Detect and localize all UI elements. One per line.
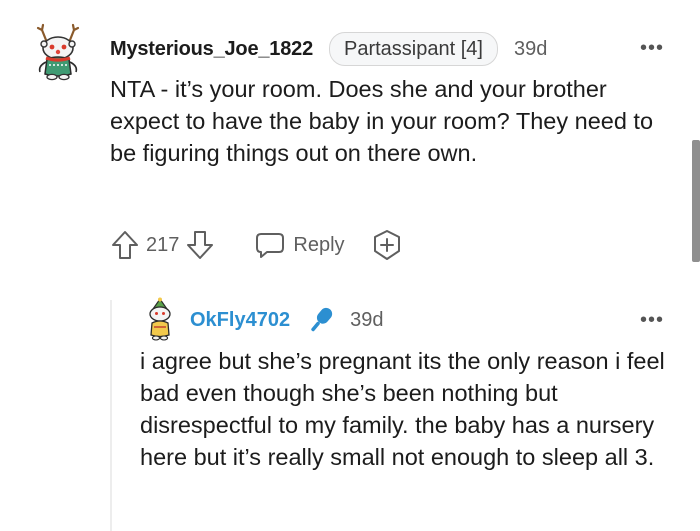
comment-header: Mysterious_Joe_1822 Partassipant [4] 39d [110, 31, 547, 67]
speech-bubble-icon [256, 233, 285, 258]
reply-header: OkFly4702 39d [190, 304, 383, 336]
vote-score: 217 [146, 233, 180, 256]
scrollbar[interactable] [692, 140, 700, 262]
more-options-icon[interactable]: ••• [640, 310, 664, 330]
reply-author[interactable]: OkFly4702 [190, 309, 290, 332]
more-options-icon[interactable]: ••• [640, 38, 664, 58]
upvote-arrow-icon[interactable] [110, 229, 140, 261]
snoo-avatar-icon [36, 23, 80, 81]
comment-actions: 217 Reply [110, 228, 403, 262]
reply-body: i agree but she’s pregnant its the only … [140, 348, 665, 470]
reply-label: Reply [293, 233, 345, 256]
comment-author[interactable]: Mysterious_Joe_1822 [110, 38, 313, 61]
award-plus-icon[interactable] [371, 229, 403, 261]
comment-body: NTA - it’s your room. Does she and your … [110, 76, 654, 166]
downvote-arrow-icon[interactable] [185, 229, 215, 261]
thread-line[interactable] [110, 300, 112, 531]
user-avatar[interactable] [32, 22, 84, 82]
microphone-icon [304, 305, 338, 335]
comment-age: 39d [513, 37, 548, 60]
snoo-avatar-icon [149, 297, 171, 341]
reply-avatar[interactable] [143, 297, 177, 341]
reply-age: 39d [350, 308, 384, 331]
reply-button[interactable]: Reply [255, 230, 345, 260]
user-flair: Partassipant [4] [329, 32, 498, 66]
